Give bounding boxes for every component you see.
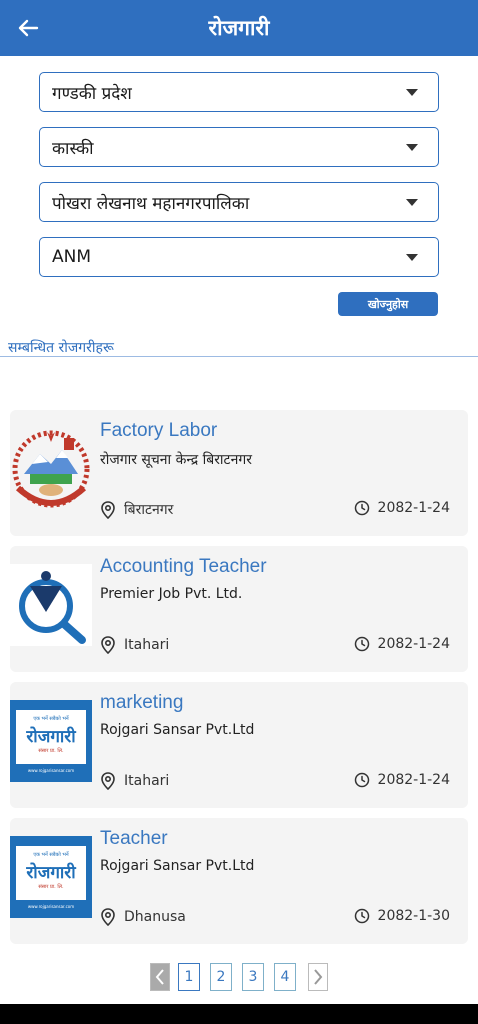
location-text: Itahari: [124, 773, 170, 789]
caret-down-icon: [406, 144, 418, 151]
province-select[interactable]: गण्डकी प्रदेश: [39, 72, 439, 112]
job-location: Itahari: [100, 636, 169, 654]
job-card[interactable]: एक भर्ने सबैको भर्ने रोजगारी संसार प्रा.…: [10, 682, 468, 808]
job-title: Teacher: [100, 828, 168, 849]
job-title: marketing: [100, 692, 184, 713]
logo-wordmark: रोजगारी: [25, 726, 76, 747]
job-title: Accounting Teacher: [100, 556, 267, 577]
divider: [0, 356, 478, 357]
prev-page-button[interactable]: [150, 963, 170, 991]
caret-down-icon: [406, 254, 418, 261]
logo-url: www.rojgarisansar.com: [28, 768, 74, 773]
logo-tagline: एक भर्ने सबैको भर्ने: [33, 715, 69, 722]
page-title: रोजगारी: [208, 16, 270, 40]
job-date: 2082-1-24: [354, 500, 450, 516]
chevron-right-icon: [314, 969, 323, 985]
rojgari-sansar-logo: एक भर्ने सबैको भर्ने रोजगारी संसार प्रा.…: [10, 836, 92, 918]
page-button[interactable]: 3: [242, 963, 264, 991]
job-card[interactable]: Accounting Teacher Premier Job Pvt. Ltd.…: [10, 546, 468, 672]
company-name: Premier Job Pvt. Ltd.: [100, 586, 243, 602]
filter-panel: गण्डकी प्रदेश कास्की पोखरा लेखनाथ महानगर…: [39, 72, 439, 292]
logo-url: www.rojgarisansar.com: [28, 904, 74, 909]
page-button[interactable]: 2: [210, 963, 232, 991]
clock-icon: [354, 636, 369, 652]
section-heading: सम्बन्धित रोजगरीहरू: [8, 340, 114, 356]
location-pin-icon: [101, 772, 115, 790]
location-pin-icon: [101, 500, 115, 519]
chevron-left-icon: [155, 969, 164, 985]
job-location: Dhanusa: [100, 908, 186, 926]
job-card[interactable]: Factory Labor रोजगार सूचना केन्द्र बिराट…: [10, 410, 468, 536]
app-bar: रोजगारी: [0, 0, 478, 56]
district-select[interactable]: कास्की: [39, 127, 439, 167]
rojgari-sansar-logo: एक भर्ने सबैको भर्ने रोजगारी संसार प्रा.…: [10, 700, 92, 782]
logo-wordmark: रोजगारी: [25, 862, 76, 883]
location-text: Itahari: [124, 637, 170, 653]
location-text: बिराटनगर: [124, 502, 174, 518]
date-text: 2082-1-24: [377, 500, 450, 516]
location-text: Dhanusa: [124, 909, 186, 925]
municipality-select[interactable]: पोखरा लेखनाथ महानगरपालिका: [39, 182, 439, 222]
nepal-emblem-logo: [10, 428, 92, 510]
clock-icon: [354, 772, 369, 788]
next-page-button[interactable]: [308, 963, 328, 991]
company-name: Rojgari Sansar Pvt.Ltd: [100, 858, 255, 874]
location-pin-icon: [101, 908, 115, 926]
job-date: 2082-1-30: [354, 908, 450, 924]
company-name: Rojgari Sansar Pvt.Ltd: [100, 722, 255, 738]
clock-icon: [354, 908, 369, 924]
logo-subtitle: संसार प्रा. लि.: [38, 883, 64, 890]
job-date: 2082-1-24: [354, 772, 450, 788]
date-text: 2082-1-24: [377, 772, 450, 788]
page-button[interactable]: 4: [274, 963, 296, 991]
category-value: ANM: [52, 247, 92, 267]
search-button[interactable]: खोज्नुहोस: [338, 292, 438, 316]
page-button[interactable]: 1: [178, 963, 200, 991]
job-title: Factory Labor: [100, 420, 218, 441]
pagination: 1 2 3 4: [150, 963, 336, 991]
province-value: गण्डकी प्रदेश: [52, 83, 132, 104]
back-button[interactable]: [10, 10, 46, 46]
company-name: रोजगार सूचना केन्द्र बिराटनगर: [100, 452, 252, 468]
system-nav-bar: [0, 1004, 478, 1024]
clock-icon: [354, 500, 369, 516]
caret-down-icon: [406, 89, 418, 96]
date-text: 2082-1-30: [377, 908, 450, 924]
arrow-left-icon: [18, 19, 39, 37]
location-pin-icon: [101, 636, 115, 654]
job-card[interactable]: एक भर्ने सबैको भर्ने रोजगारी संसार प्रा.…: [10, 818, 468, 944]
municipality-value: पोखरा लेखनाथ महानगरपालिका: [52, 193, 250, 214]
logo-subtitle: संसार प्रा. लि.: [38, 747, 64, 754]
caret-down-icon: [406, 199, 418, 206]
job-date: 2082-1-24: [354, 636, 450, 652]
date-text: 2082-1-24: [377, 636, 450, 652]
job-location: Itahari: [100, 772, 169, 790]
district-value: कास्की: [52, 138, 94, 159]
category-select[interactable]: ANM: [39, 237, 439, 277]
job-location: बिराटनगर: [100, 500, 173, 519]
premier-job-logo: [10, 564, 92, 646]
logo-tagline: एक भर्ने सबैको भर्ने: [33, 851, 69, 858]
